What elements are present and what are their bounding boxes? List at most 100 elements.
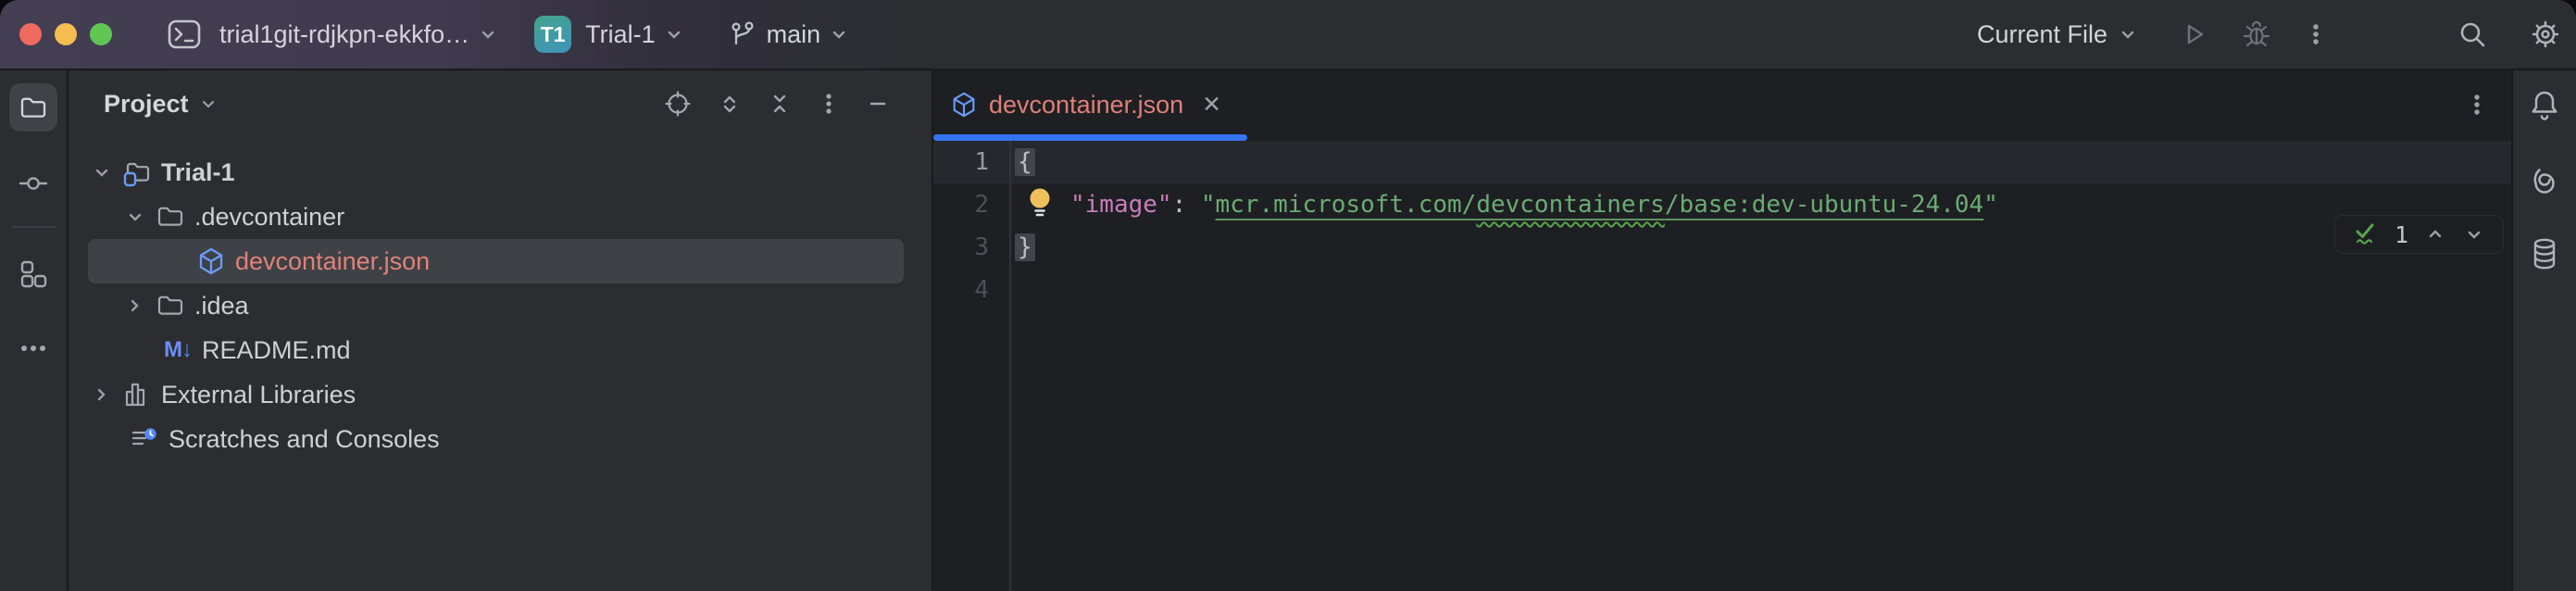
tree-item-devcontainer-json[interactable]: devcontainer.json	[69, 239, 932, 283]
tree-item-label: README.md	[202, 336, 351, 365]
run-configuration-selector[interactable]: Current File	[1977, 20, 2107, 49]
project-panel-header: Project	[69, 70, 932, 137]
tab-label: devcontainer.json	[989, 91, 1183, 119]
stripe-divider	[12, 226, 56, 228]
problems-count: 1	[2395, 221, 2408, 248]
panel-actions	[663, 89, 891, 119]
workspace-badge[interactable]: T1	[534, 16, 571, 53]
structure-toolwindow-button[interactable]	[9, 250, 57, 298]
more-tool-windows-button[interactable]	[9, 324, 57, 372]
notifications-button[interactable]	[2520, 82, 2569, 130]
git-branch-icon	[728, 19, 757, 49]
tab-devcontainer-json[interactable]: devcontainer.json ✕	[933, 70, 1247, 139]
folder-icon	[156, 291, 185, 321]
terminal-project-icon[interactable]	[166, 16, 203, 53]
image-link[interactable]: mcr.microsoft.com/devcontainers/base:dev…	[1216, 191, 1984, 219]
tree-item-trial-1[interactable]: Trial-1	[69, 150, 932, 195]
chevron-down-icon[interactable]	[89, 159, 115, 185]
chevron-down-icon[interactable]	[122, 204, 148, 230]
code-lines: { "image": "mcr.microsoft.com/devcontain…	[1015, 141, 2511, 311]
editor-tab-bar: devcontainer.json ✕	[933, 70, 2511, 139]
right-toolwindow-stripe	[2511, 70, 2576, 591]
database-icon	[2527, 235, 2562, 272]
chevron-right-icon[interactable]	[89, 382, 115, 408]
database-button[interactable]	[2520, 230, 2569, 278]
hide-panel-icon[interactable]	[865, 91, 891, 117]
tree-item-label: External Libraries	[161, 381, 356, 409]
workspace-selector[interactable]: Trial-1	[585, 20, 656, 49]
code-line-2: "image": "mcr.microsoft.com/devcontainer…	[1015, 183, 2511, 226]
close-icon[interactable]: ✕	[1202, 94, 1221, 117]
expand-all-icon[interactable]	[717, 91, 743, 117]
run-icon[interactable]	[2178, 19, 2209, 50]
project-panel: Project	[69, 70, 933, 591]
tree-item-scratches[interactable]: Scratches and Consoles	[69, 417, 932, 461]
folder-icon	[156, 202, 185, 232]
external-libraries-icon	[122, 380, 152, 409]
project-folder-icon	[19, 93, 48, 122]
branch-selector[interactable]: main	[767, 20, 821, 49]
inspections-widget[interactable]: 1	[2334, 215, 2504, 254]
titlebar-actions: Current File	[1977, 17, 2563, 52]
line-number: 3	[933, 226, 989, 269]
editor-gutter: 1 2 3 4	[933, 141, 1011, 591]
commit-toolwindow-button[interactable]	[9, 159, 57, 207]
code-line-3: }	[1015, 226, 2511, 269]
scratches-icon	[130, 424, 159, 454]
debug-icon[interactable]	[2241, 19, 2272, 50]
chevron-down-icon	[198, 94, 219, 114]
window-controls	[19, 23, 112, 45]
ai-assistant-button[interactable]	[2520, 156, 2569, 204]
ai-assistant-icon	[2526, 161, 2563, 198]
chevron-right-icon[interactable]	[122, 293, 148, 319]
tree-item-idea-folder[interactable]: .idea	[69, 283, 932, 328]
markdown-icon: M↓	[163, 335, 193, 365]
chevron-down-icon	[663, 23, 685, 45]
main-area: Project	[0, 70, 2576, 591]
notifications-bell-icon	[2527, 87, 2562, 124]
panel-options-icon[interactable]	[817, 90, 841, 118]
more-actions-icon[interactable]	[2302, 19, 2330, 50]
minimize-window-button[interactable]	[55, 23, 77, 45]
structure-icon	[18, 258, 49, 290]
tree-item-devcontainer-folder[interactable]: .devcontainer	[69, 195, 932, 239]
tree-item-label: Trial-1	[161, 158, 235, 187]
collapse-all-icon[interactable]	[767, 91, 793, 117]
locate-file-icon[interactable]	[663, 89, 693, 119]
tree-item-label: .idea	[194, 292, 249, 321]
devcontainer-cube-icon	[950, 91, 978, 119]
left-toolwindow-stripe	[0, 70, 69, 591]
code-line-1: {	[1015, 141, 2511, 183]
code-editor[interactable]: 1 2 3 4 { "image": "mcr.microsoft.com/de…	[933, 139, 2511, 591]
chevron-down-icon	[477, 23, 499, 45]
line-number: 1	[933, 141, 989, 183]
chevron-down-icon	[2117, 23, 2139, 45]
project-root-folder-icon	[122, 157, 152, 187]
tab-options-icon[interactable]	[2465, 90, 2489, 119]
line-number: 2	[933, 183, 989, 226]
editor-area: devcontainer.json ✕ 1 2 3 4	[933, 70, 2511, 591]
ide-window: trial1git-rdjkpn-ekkfo… T1 Trial-1 main …	[0, 0, 2576, 591]
chevron-up-icon[interactable]	[2423, 222, 2447, 246]
line-number: 4	[933, 269, 989, 311]
project-toolwindow-button[interactable]	[9, 83, 57, 132]
chevron-down-icon[interactable]	[2462, 222, 2486, 246]
inspections-check-icon	[2352, 220, 2380, 249]
tree-item-label: devcontainer.json	[235, 247, 430, 276]
tree-item-label: Scratches and Consoles	[169, 425, 440, 454]
title-bar: trial1git-rdjkpn-ekkfo… T1 Trial-1 main …	[0, 0, 2576, 70]
close-window-button[interactable]	[19, 23, 42, 45]
fullscreen-window-button[interactable]	[90, 23, 112, 45]
settings-gear-icon[interactable]	[2528, 17, 2563, 52]
devcontainer-cube-icon	[196, 246, 226, 276]
chevron-down-icon	[828, 23, 850, 45]
more-tool-windows-icon	[17, 333, 50, 364]
project-tree: Trial-1 .devcontainer	[69, 137, 932, 461]
tree-item-label: .devcontainer	[194, 203, 344, 232]
project-switcher[interactable]: trial1git-rdjkpn-ekkfo…	[219, 20, 469, 49]
search-icon[interactable]	[2456, 18, 2489, 51]
tree-item-external-libraries[interactable]: External Libraries	[69, 372, 932, 417]
tree-item-readme[interactable]: M↓ README.md	[69, 328, 932, 372]
commit-icon	[18, 168, 49, 199]
panel-title[interactable]: Project	[104, 90, 189, 119]
